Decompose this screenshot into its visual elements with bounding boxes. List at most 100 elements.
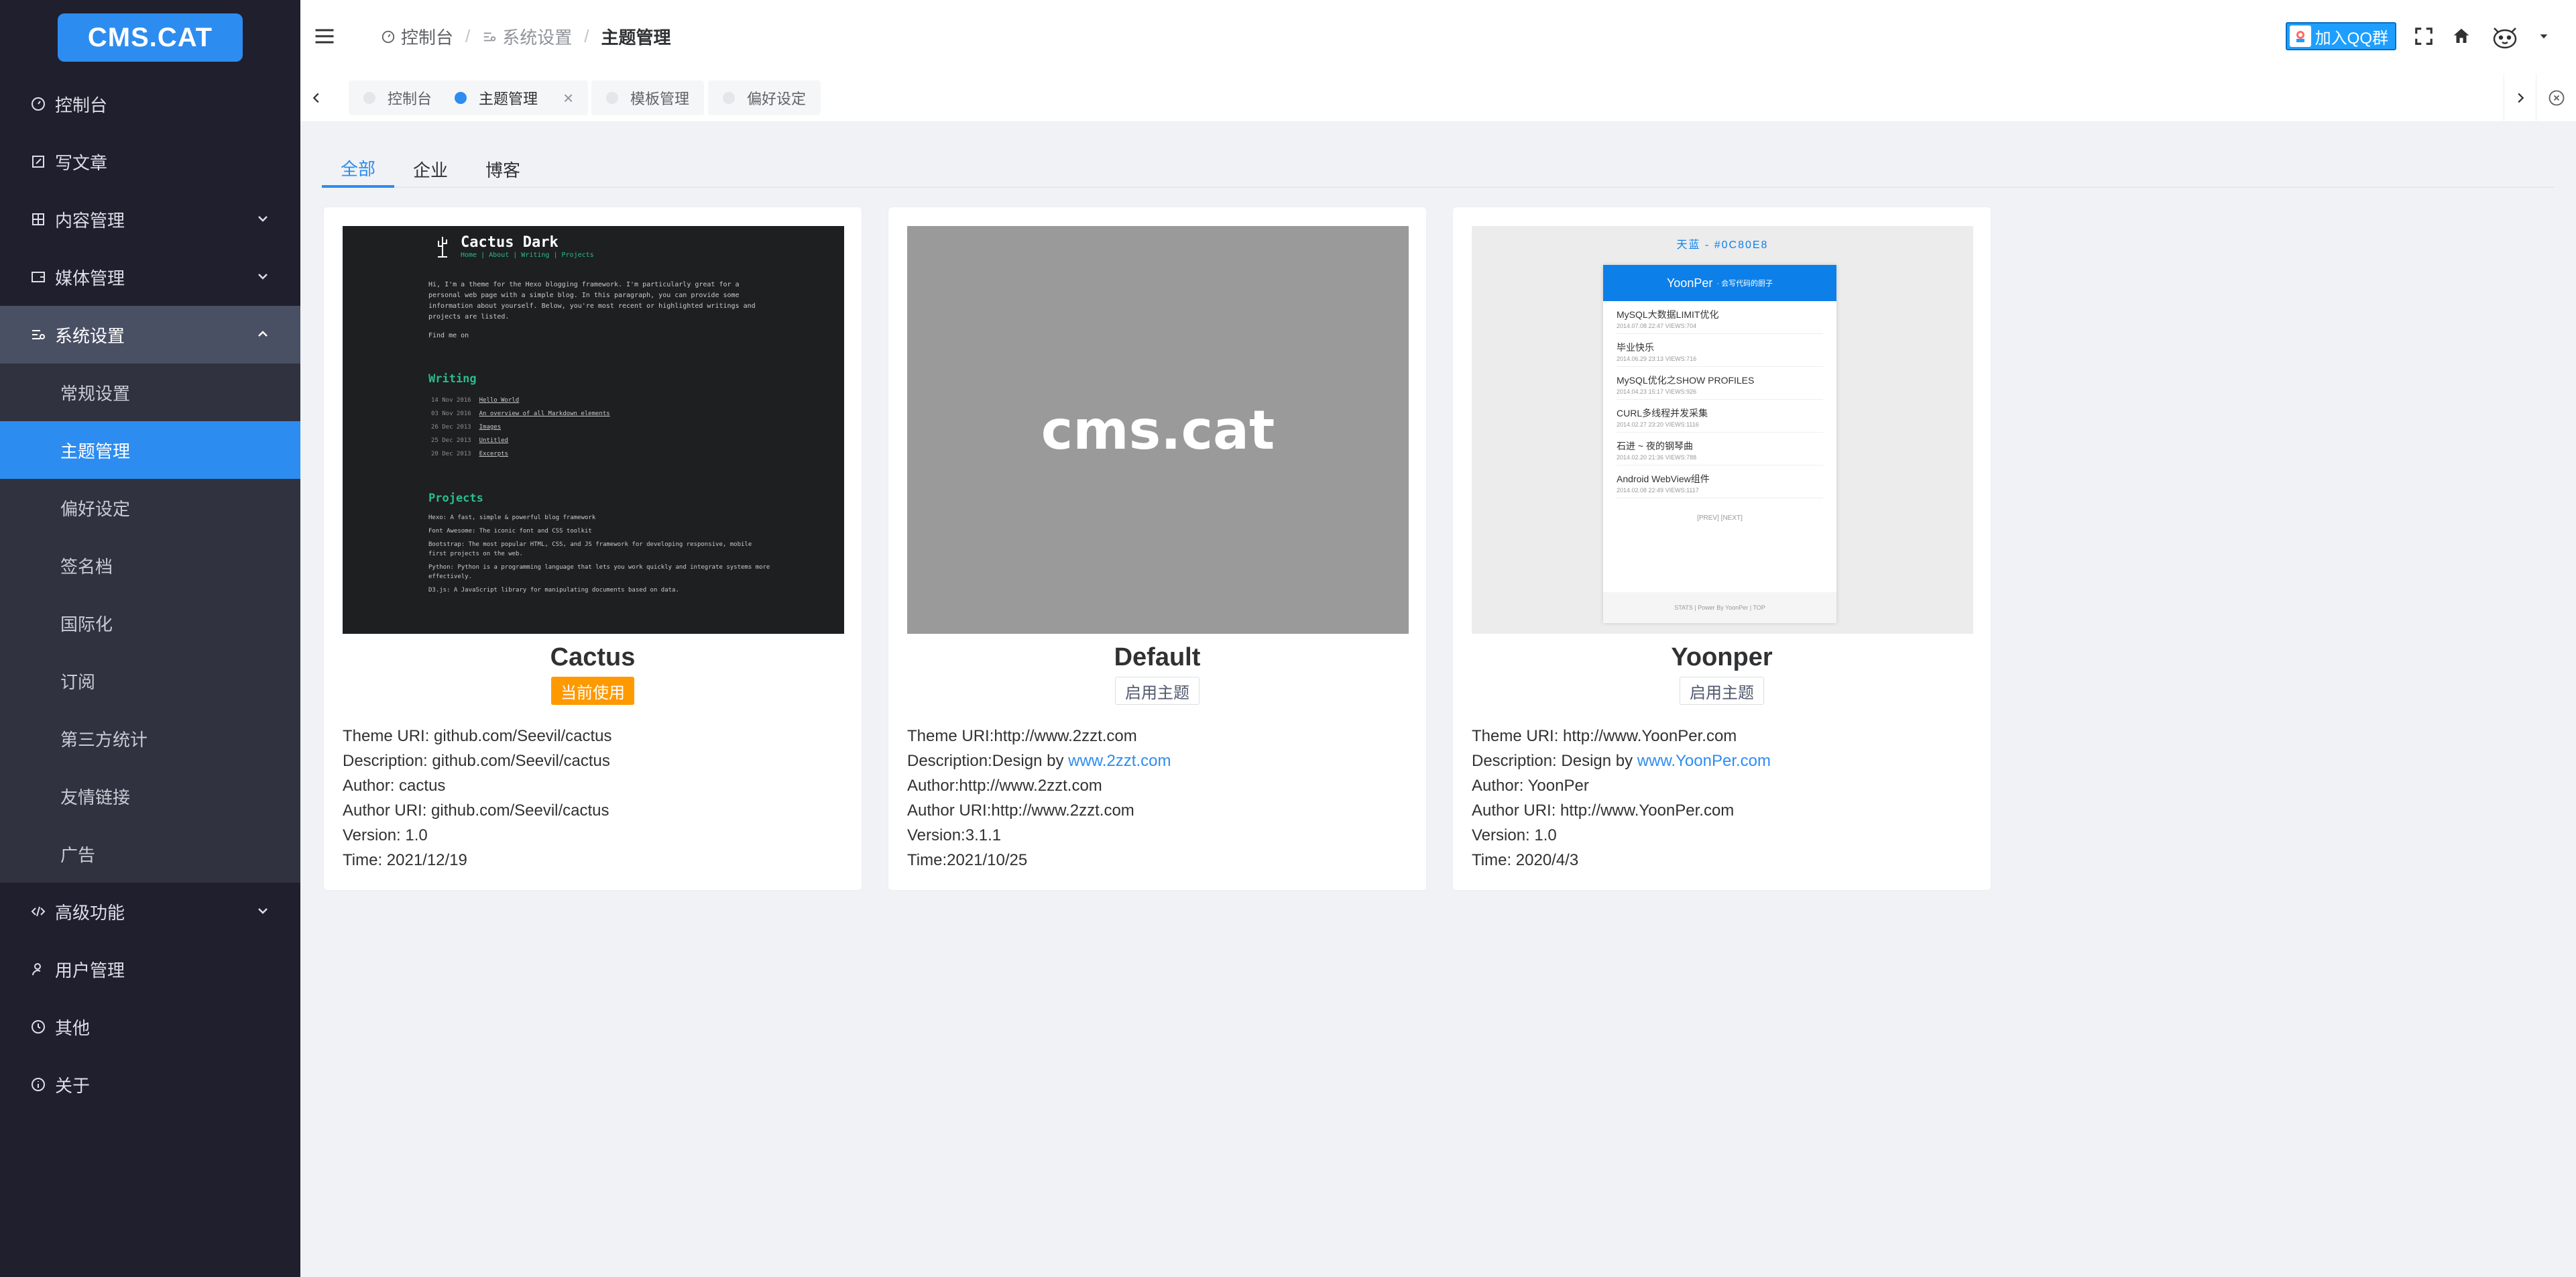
theme-action-wrap: 当前使用: [324, 677, 862, 705]
theme-uri: Theme URI: github.com/Seevil/cactus: [343, 727, 612, 745]
sidebar-subitem-i18n[interactable]: 国际化: [0, 594, 300, 652]
gauge-icon: [30, 95, 47, 113]
user-icon: [30, 960, 47, 978]
breadcrumb-separator: /: [584, 26, 589, 46]
top-header: 控制台 / 系统设置 / 主题管理 加入QQ群: [300, 0, 2576, 74]
sidebar-item-media[interactable]: 媒体管理: [0, 248, 300, 306]
filter-tab-enterprise[interactable]: 企业: [394, 150, 467, 188]
theme-meta: Theme URI: github.com/Seevil/cactus Desc…: [343, 724, 612, 873]
tab-templates[interactable]: 模板管理: [591, 80, 705, 115]
sidebar-item-label: 系统设置: [55, 325, 125, 346]
fullscreen-icon[interactable]: [2414, 26, 2434, 46]
theme-description: Description: github.com/Seevil/cactus: [343, 752, 610, 770]
sidebar-item-label: 关于: [55, 1075, 91, 1096]
preview-brand-bar: YoonPer · 会写代码的厨子: [1603, 265, 1836, 301]
join-qq-group-button[interactable]: 加入QQ群: [2285, 22, 2396, 50]
theme-meta: Theme URI:http://www.2zzt.com Descriptio…: [907, 724, 1171, 873]
list-item: Python: Python is a programming language…: [428, 564, 770, 580]
description-link[interactable]: www.2zzt.com: [1068, 752, 1171, 770]
filter-tab-all[interactable]: 全部: [322, 150, 395, 188]
sidebar-subitem-preferences[interactable]: 偏好设定: [0, 479, 300, 537]
close-all-tabs-button[interactable]: [2536, 74, 2576, 122]
sidebar-subitem-ads[interactable]: 广告: [0, 825, 300, 883]
tab-label: 主题管理: [479, 91, 538, 107]
preview-writing-heading: Writing: [428, 372, 477, 386]
logo[interactable]: CMS.CAT: [58, 13, 243, 62]
sidebar-subitem-signature[interactable]: 签名档: [0, 537, 300, 594]
settings-list-icon: [30, 326, 47, 343]
breadcrumb-item-dashboard[interactable]: 控制台: [381, 24, 453, 49]
tab-label: 偏好设定: [747, 91, 807, 107]
tab-status-dot: [363, 92, 375, 104]
list-item: 20 Dec 2013 Excerpts: [431, 451, 508, 457]
sidebar-item-write[interactable]: 写文章: [0, 133, 300, 190]
theme-preview[interactable]: 天蓝 - #0C80E8 YoonPer · 会写代码的厨子 MySQL大数据LI…: [1472, 226, 1973, 634]
tabs-bar: 控制台 主题管理 × 模板管理 偏好设定: [300, 74, 2576, 122]
enable-theme-button[interactable]: 启用主题: [1115, 677, 1199, 705]
chevron-down-icon: [258, 274, 268, 280]
yoonper-preview: 天蓝 - #0C80E8 YoonPer · 会写代码的厨子 MySQL大数据LI…: [1472, 226, 1973, 634]
list-item: 毕业快乐 2014.06.29 23:13 VIEWS:716: [1617, 334, 1823, 367]
list-item: CURL多线程并发采集 2014.02.27 23:20 VIEWS:1116: [1617, 400, 1823, 433]
tabs-scroll-left-button[interactable]: [300, 74, 333, 122]
clock-icon: [30, 1018, 47, 1036]
filter-tab-blog[interactable]: 博客: [467, 150, 539, 188]
list-item: D3.js: A JavaScript library for manipula…: [428, 587, 679, 594]
sidebar-item-dashboard[interactable]: 控制台: [0, 75, 300, 133]
theme-description: Description: Design by www.YoonPer.com: [1472, 752, 1771, 770]
chevron-up-icon: [258, 331, 268, 337]
main-content: 全部 企业 博客 Cactus Dark Home | About | Writ…: [300, 122, 2576, 1277]
theme-name: Yoonper: [1671, 643, 1773, 671]
hamburger-menu-icon[interactable]: [312, 24, 337, 48]
sidebar-subitem-friend-links[interactable]: 友情链接: [0, 767, 300, 825]
avatar[interactable]: [2489, 20, 2521, 52]
sidebar-item-label: 其他: [55, 1017, 91, 1038]
theme-author: Author:http://www.2zzt.com: [907, 777, 1102, 795]
sidebar-item-about[interactable]: 关于: [0, 1056, 300, 1113]
preview-projects-list: Hexo: A fast, simple & powerful blog fra…: [428, 513, 770, 599]
media-icon: [30, 268, 47, 286]
description-link[interactable]: www.YoonPer.com: [1637, 752, 1771, 770]
theme-preview[interactable]: Cactus Dark Home | About | Writing | Pro…: [343, 226, 844, 634]
sidebar-subitem-themes[interactable]: 主题管理: [0, 421, 300, 479]
preview-title: Cactus Dark: [461, 234, 559, 251]
sidebar-item-label: 写文章: [55, 152, 108, 173]
edit-icon: [30, 153, 47, 170]
list-item: 26 Dec 2013 Images: [431, 424, 502, 431]
cactus-preview: Cactus Dark Home | About | Writing | Pro…: [343, 226, 844, 634]
sidebar-item-advanced[interactable]: 高级功能: [0, 883, 300, 940]
tab-preferences[interactable]: 偏好设定: [708, 80, 821, 115]
preview-pager: [PREV] [NEXT]: [1697, 514, 1743, 522]
tab-close-icon[interactable]: ×: [563, 88, 573, 109]
current-theme-badge[interactable]: 当前使用: [551, 677, 634, 705]
preview-nav: Home | About | Writing | Projects: [461, 252, 594, 259]
breadcrumb-item-settings[interactable]: 系统设置: [482, 24, 572, 49]
gauge-icon: [382, 30, 395, 43]
tabs-scroll-right-button[interactable]: [2504, 74, 2536, 122]
theme-action-wrap: 启用主题: [888, 677, 1426, 705]
theme-author: Author: YoonPer: [1472, 777, 1589, 795]
header-actions: 加入QQ群: [2285, 20, 2549, 52]
theme-author-uri: Author URI: github.com/Seevil/cactus: [343, 801, 609, 820]
theme-card-cactus: Cactus Dark Home | About | Writing | Pro…: [323, 207, 862, 891]
sidebar-item-users[interactable]: 用户管理: [0, 940, 300, 998]
sidebar-subitem-analytics[interactable]: 第三方统计: [0, 710, 300, 767]
sidebar-item-content[interactable]: 内容管理: [0, 190, 300, 248]
tab-themes[interactable]: 主题管理 ×: [440, 80, 589, 115]
preview-color-label: 天蓝 - #0C80E8: [1676, 239, 1769, 251]
theme-preview[interactable]: cms.cat: [907, 226, 1409, 634]
enable-theme-button[interactable]: 启用主题: [1680, 677, 1764, 705]
list-item: MySQL大数据LIMIT优化 2014.07.08 22:47 VIEWS:70…: [1617, 301, 1823, 334]
tab-dashboard[interactable]: 控制台: [349, 80, 447, 115]
sidebar-subitem-subscribe[interactable]: 订阅: [0, 652, 300, 710]
grid-icon: [30, 211, 47, 228]
sidebar-item-other[interactable]: 其他: [0, 998, 300, 1056]
theme-author-uri: Author URI:http://www.2zzt.com: [907, 801, 1134, 820]
tab-label: 模板管理: [630, 91, 690, 107]
sidebar-subitem-general[interactable]: 常规设置: [0, 364, 300, 421]
sidebar-item-system-settings[interactable]: 系统设置: [0, 306, 300, 364]
theme-meta: Theme URI: http://www.YoonPer.com Descri…: [1472, 724, 1771, 873]
info-icon: [30, 1076, 47, 1093]
caret-down-icon[interactable]: [2538, 31, 2549, 42]
home-icon[interactable]: [2451, 26, 2471, 46]
